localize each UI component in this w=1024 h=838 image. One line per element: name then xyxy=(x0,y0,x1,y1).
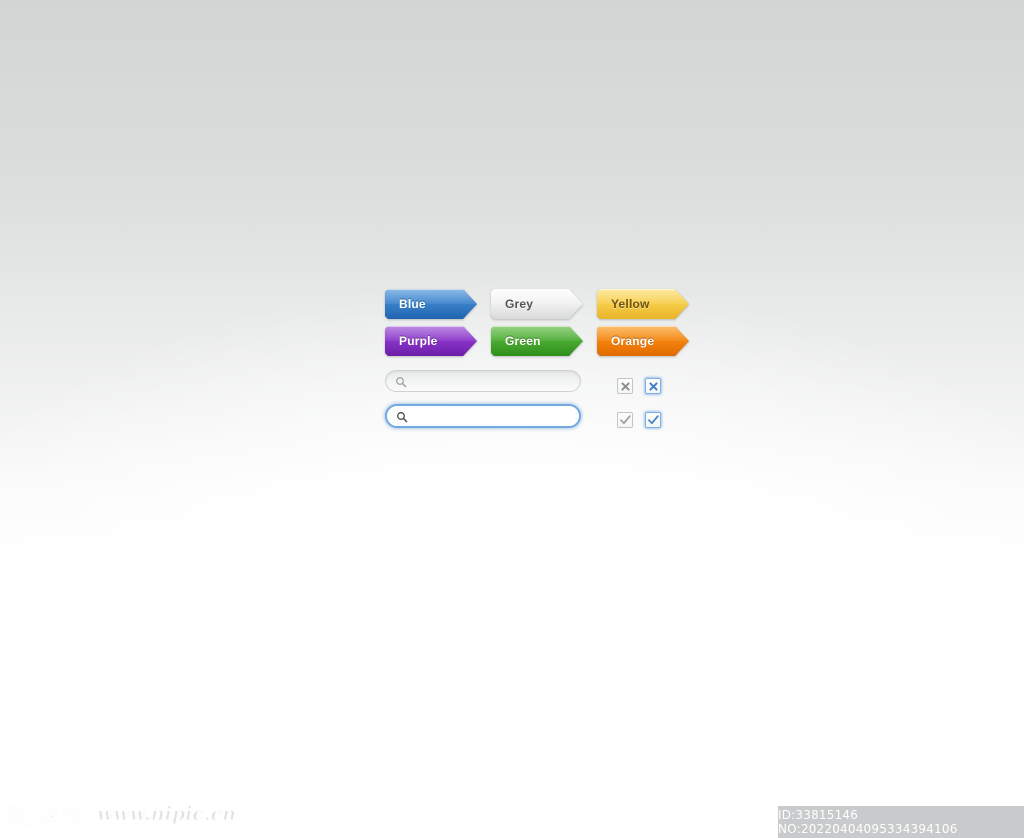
search-field-focused[interactable] xyxy=(385,404,581,428)
page-background: Blue Grey Yellow Purple Green Orange 昵享网… xyxy=(0,0,1024,838)
button-row-1: Blue Grey Yellow xyxy=(385,289,695,319)
watermark-id-text: ID:33815146 NO:20220404095334394106 xyxy=(778,808,958,836)
search-field-inactive[interactable] xyxy=(385,370,581,392)
cross-icon xyxy=(620,381,630,391)
search-icon xyxy=(395,375,407,388)
button-row-2: Purple Green Orange xyxy=(385,326,695,356)
watermark-id-bar: ID:33815146 NO:20220404095334394106 xyxy=(778,806,1024,838)
checkbox-cross-focused[interactable] xyxy=(645,378,661,394)
ui-kit-cluster: Blue Grey Yellow Purple Green Orange xyxy=(385,289,695,428)
arrow-button-blue[interactable]: Blue xyxy=(385,289,477,319)
arrow-button-label: Blue xyxy=(399,297,426,311)
watermark-brand: 昵享网 www.nipic.cn xyxy=(7,796,237,832)
arrow-button-purple[interactable]: Purple xyxy=(385,326,477,356)
watermark-brand-cjk: 昵享网 xyxy=(7,801,90,831)
search-input-inactive[interactable] xyxy=(412,371,574,391)
arrow-button-orange[interactable]: Orange xyxy=(597,326,689,356)
checkbox-row-cross xyxy=(617,378,661,394)
arrow-button-yellow[interactable]: Yellow xyxy=(597,289,689,319)
arrow-button-label: Purple xyxy=(399,334,438,348)
check-icon xyxy=(619,415,631,425)
arrow-button-label: Grey xyxy=(505,297,534,311)
checkbox-check-focused[interactable] xyxy=(645,412,661,428)
checkbox-row-check xyxy=(617,412,661,428)
arrow-button-label: Yellow xyxy=(611,297,650,311)
checkbox-group xyxy=(617,378,661,428)
checkbox-check-normal[interactable] xyxy=(617,412,633,428)
cross-icon xyxy=(648,381,658,391)
search-icon xyxy=(396,410,408,423)
arrow-button-green[interactable]: Green xyxy=(491,326,583,356)
arrow-button-label: Orange xyxy=(611,334,655,348)
check-icon xyxy=(647,415,659,425)
arrow-button-label: Green xyxy=(505,334,541,348)
watermark-brand-url: www.nipic.cn xyxy=(97,803,237,826)
arrow-button-grey[interactable]: Grey xyxy=(491,289,583,319)
checkbox-cross-normal[interactable] xyxy=(617,378,633,394)
search-input-focused[interactable] xyxy=(413,406,573,426)
